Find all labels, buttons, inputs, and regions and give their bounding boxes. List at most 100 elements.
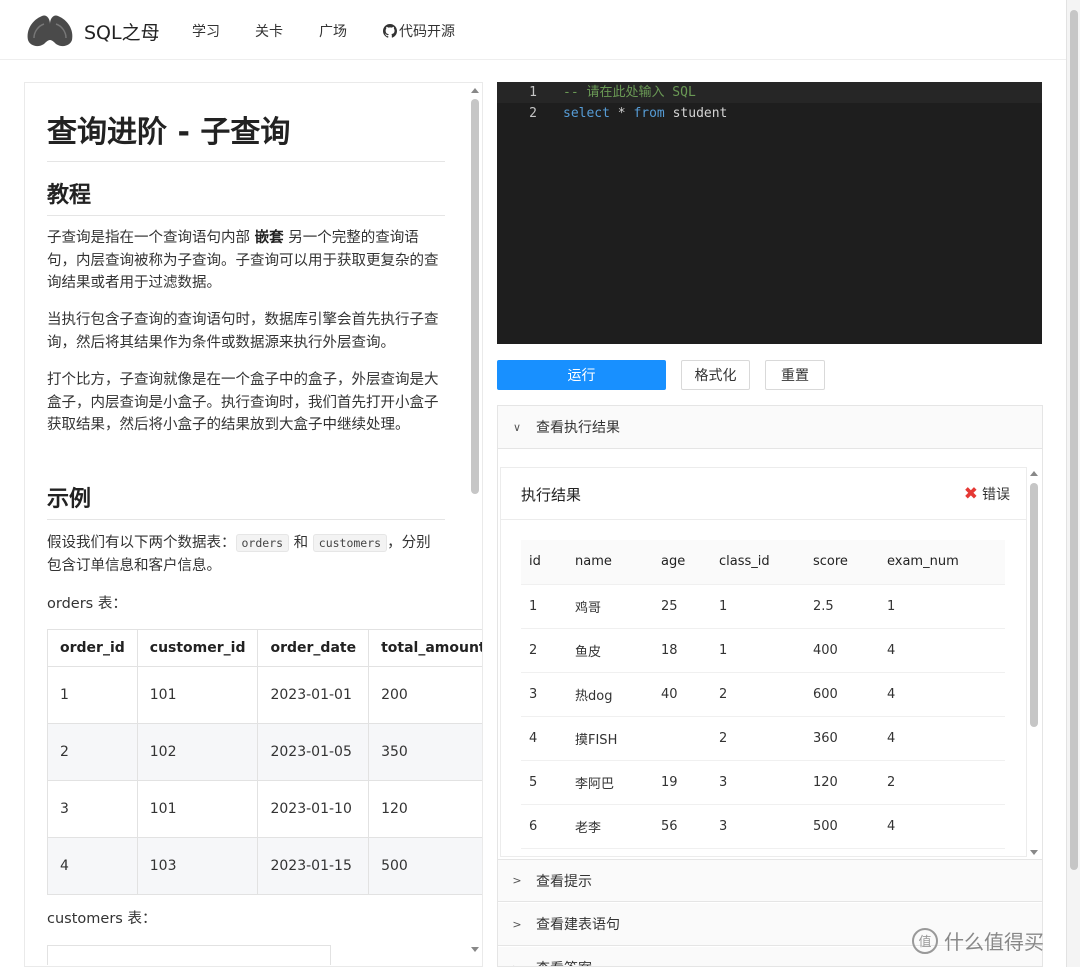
status-badge: ✖ 错误	[964, 484, 1010, 504]
table-cell: 360	[805, 716, 879, 761]
table-cell: 2023-01-05	[257, 723, 370, 781]
table-cell: 40	[653, 672, 711, 717]
page-scroll-thumb[interactable]	[1070, 10, 1078, 870]
table-cell: 102	[136, 723, 259, 781]
table-cell: 热dog	[567, 672, 653, 717]
table-row: 1 鸡哥 25 1 2.5 1	[521, 584, 1005, 629]
collapse-header-label: 查看执行结果	[536, 420, 620, 436]
result-col-name: name	[567, 540, 653, 585]
table-cell: 2023-01-10	[257, 780, 370, 838]
table-cell: 500	[805, 804, 879, 849]
table-cell: 120	[368, 780, 482, 838]
collapse-header-label: 查看答案	[536, 958, 592, 966]
code-customers: customers	[312, 534, 388, 552]
orders-col-total-amount: total_amount	[368, 629, 482, 667]
code-line-2[interactable]: 2 select * from student	[497, 103, 1042, 124]
table-cell: 1	[711, 628, 805, 673]
orders-col-order-id: order_id	[47, 629, 138, 667]
result-collapse: ∨ 查看执行结果 执行结果 ✖ 错误 id name age class_id …	[497, 405, 1043, 967]
reset-button[interactable]: 重置	[765, 360, 825, 390]
code-line-1[interactable]: 1 -- 请在此处输入 SQL	[497, 82, 1042, 103]
code-text[interactable]: select * from student	[563, 103, 727, 124]
scroll-down-icon[interactable]	[471, 947, 479, 952]
emphasis-nested: 嵌套	[254, 230, 284, 246]
table-row: 6 老李 56 3 500 4	[521, 804, 1005, 849]
table-cell: 2	[711, 716, 805, 761]
table-cell: 4	[521, 716, 567, 761]
scroll-down-icon[interactable]	[1030, 850, 1038, 855]
chevron-right-icon: >	[512, 917, 522, 931]
table-cell: 2	[879, 760, 1005, 805]
status-label: 错误	[982, 487, 1010, 503]
table-cell: 4	[879, 628, 1005, 673]
table-cell: 120	[805, 760, 879, 805]
tutorial-paragraph-1: 子查询是指在一个查询语句内部 嵌套 另一个完整的查询语句，内层查询被称为子查询。…	[47, 230, 439, 291]
table-cell: 500	[368, 837, 482, 895]
code-comment[interactable]: -- 请在此处输入 SQL	[563, 82, 696, 103]
table-cell: 摸FISH	[567, 716, 653, 761]
divider	[501, 519, 1026, 520]
tutorial-scroll-thumb[interactable]	[471, 99, 479, 494]
table-row: 2 102 2023-01-05 350	[47, 723, 482, 781]
table-row: 4 103 2023-01-15 500	[47, 837, 482, 895]
nav-open-source-label: 代码开源	[399, 24, 455, 40]
table-cell: 6	[521, 804, 567, 849]
nav-levels[interactable]: 关卡	[255, 21, 283, 41]
orders-table: order_id customer_id order_date total_am…	[47, 629, 482, 895]
tutorial-scrollbar[interactable]	[468, 83, 482, 966]
collapse-header-hint[interactable]: > 查看提示	[498, 859, 1042, 902]
top-nav-bar: SQL之母 学习 关卡 广场 代码开源	[0, 0, 1066, 60]
orders-col-customer-id: customer_id	[136, 629, 259, 667]
result-col-class-id: class_id	[711, 540, 805, 585]
table-cell: 4	[879, 716, 1005, 761]
customers-caption: customers 表：	[47, 911, 157, 927]
logo-icon[interactable]	[24, 10, 76, 50]
tutorial-paragraph-3: 打个比方，子查询就像是在一个盒子中的盒子，外层查询是大盒子，内层查询是小盒子。执…	[47, 372, 439, 433]
collapse-header-label: 查看建表语句	[536, 917, 620, 933]
table-row: 5 李阿巴 19 3 120 2	[521, 760, 1005, 805]
table-cell: 1	[47, 666, 138, 724]
page-scrollbar[interactable]	[1066, 0, 1080, 967]
table-row: 3 热dog 40 2 600 4	[521, 672, 1005, 717]
scroll-up-icon[interactable]	[471, 88, 479, 93]
table-cell: 2	[47, 723, 138, 781]
result-col-exam-num: exam_num	[879, 540, 1005, 585]
result-scrollbar[interactable]	[1027, 467, 1041, 857]
table-cell: 老李	[567, 804, 653, 849]
table-cell: 400	[805, 628, 879, 673]
lesson-title: 查询进阶 - 子查询	[47, 107, 445, 162]
customers-table	[47, 945, 331, 965]
watermark-logo-icon: 值	[912, 927, 938, 954]
nav-learn[interactable]: 学习	[192, 21, 220, 41]
table-cell: 25	[653, 584, 711, 629]
table-cell: 101	[136, 666, 259, 724]
sql-editor[interactable]: 1 -- 请在此处输入 SQL 2 select * from student	[497, 82, 1042, 344]
tutorial-paragraph-2: 当执行包含子查询的查询语句时，数据库引擎会首先执行子查询，然后将其结果作为条件或…	[47, 312, 439, 351]
table-cell: 2.5	[805, 584, 879, 629]
table-cell: 19	[653, 760, 711, 805]
scroll-up-icon[interactable]	[1030, 471, 1038, 476]
nav-square[interactable]: 广场	[319, 21, 347, 41]
table-cell: 3	[47, 780, 138, 838]
table-cell	[653, 716, 711, 761]
run-button[interactable]: 运行	[497, 360, 666, 390]
format-button[interactable]: 格式化	[681, 360, 750, 390]
table-cell: 101	[136, 780, 259, 838]
collapse-header-result[interactable]: ∨ 查看执行结果	[498, 406, 1042, 449]
table-cell: 鸡哥	[567, 584, 653, 629]
table-cell: 3	[711, 760, 805, 805]
orders-caption: orders 表：	[47, 596, 127, 612]
nav-open-source[interactable]: 代码开源	[383, 21, 455, 41]
table-cell: 1	[711, 584, 805, 629]
result-scroll-thumb[interactable]	[1030, 483, 1038, 727]
table-cell: 200	[368, 666, 482, 724]
table-cell: 2	[711, 672, 805, 717]
chevron-right-icon: >	[512, 874, 522, 887]
table-cell: 5	[521, 760, 567, 805]
watermark: 值 什么值得买	[912, 926, 1044, 955]
table-row: 3 101 2023-01-10 120	[47, 780, 482, 838]
table-cell: 2023-01-01	[257, 666, 370, 724]
table-cell: 56	[653, 804, 711, 849]
table-cell: 18	[653, 628, 711, 673]
brand-name[interactable]: SQL之母	[84, 18, 160, 45]
